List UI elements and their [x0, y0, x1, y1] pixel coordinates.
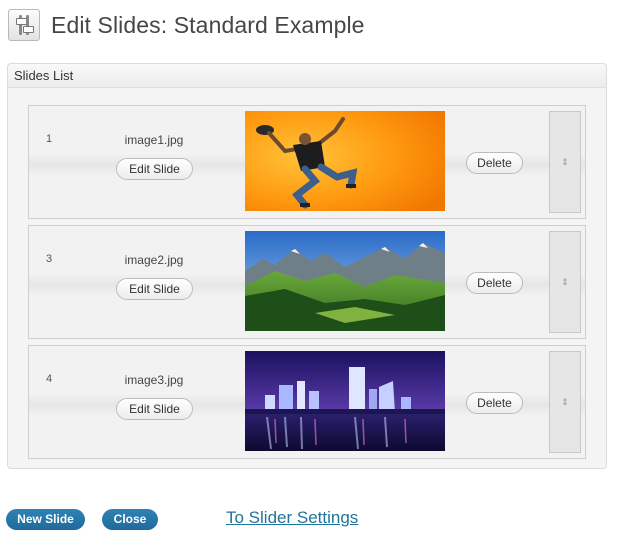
delete-slide-button[interactable]: Delete	[466, 272, 523, 294]
page-header: Edit Slides: Standard Example	[8, 8, 365, 42]
delete-slide-button[interactable]: Delete	[466, 152, 523, 174]
sort-arrows-icon: ⇕	[561, 396, 569, 407]
close-button[interactable]: Close	[102, 509, 158, 530]
new-slide-button[interactable]: New Slide	[6, 509, 85, 530]
slide-thumbnail	[245, 351, 445, 451]
slides-list-title: Slides List	[8, 64, 606, 88]
page-title: Edit Slides: Standard Example	[51, 11, 365, 38]
sliders-icon	[8, 9, 40, 41]
slide-filename: image2.jpg	[124, 253, 184, 267]
slides-list-panel: Slides List 1 image1.jpg Edit Slide Dele…	[7, 63, 607, 469]
drag-handle[interactable]: ⇕	[549, 111, 581, 213]
slide-thumbnail	[245, 111, 445, 211]
sort-arrows-icon: ⇕	[561, 276, 569, 287]
slide-number: 4	[46, 373, 53, 385]
sort-arrows-icon: ⇕	[561, 156, 569, 167]
slide-filename: image1.jpg	[124, 133, 184, 147]
slide-number: 3	[46, 253, 53, 265]
slide-number: 1	[46, 133, 53, 145]
slide-row: 3 image2.jpg Edit Slide Delete ⇕	[28, 225, 586, 339]
delete-slide-button[interactable]: Delete	[466, 392, 523, 414]
drag-handle[interactable]: ⇕	[549, 351, 581, 453]
edit-slide-button[interactable]: Edit Slide	[116, 398, 193, 420]
slider-settings-link[interactable]: To Slider Settings	[226, 508, 358, 528]
slide-row: 4 image3.jpg Edit Slide Delete ⇕	[28, 345, 586, 459]
drag-handle[interactable]: ⇕	[549, 231, 581, 333]
edit-slide-button[interactable]: Edit Slide	[116, 158, 193, 180]
slide-row: 1 image1.jpg Edit Slide Delete ⇕	[28, 105, 586, 219]
slide-thumbnail	[245, 231, 445, 331]
edit-slide-button[interactable]: Edit Slide	[116, 278, 193, 300]
slide-filename: image3.jpg	[124, 373, 184, 387]
